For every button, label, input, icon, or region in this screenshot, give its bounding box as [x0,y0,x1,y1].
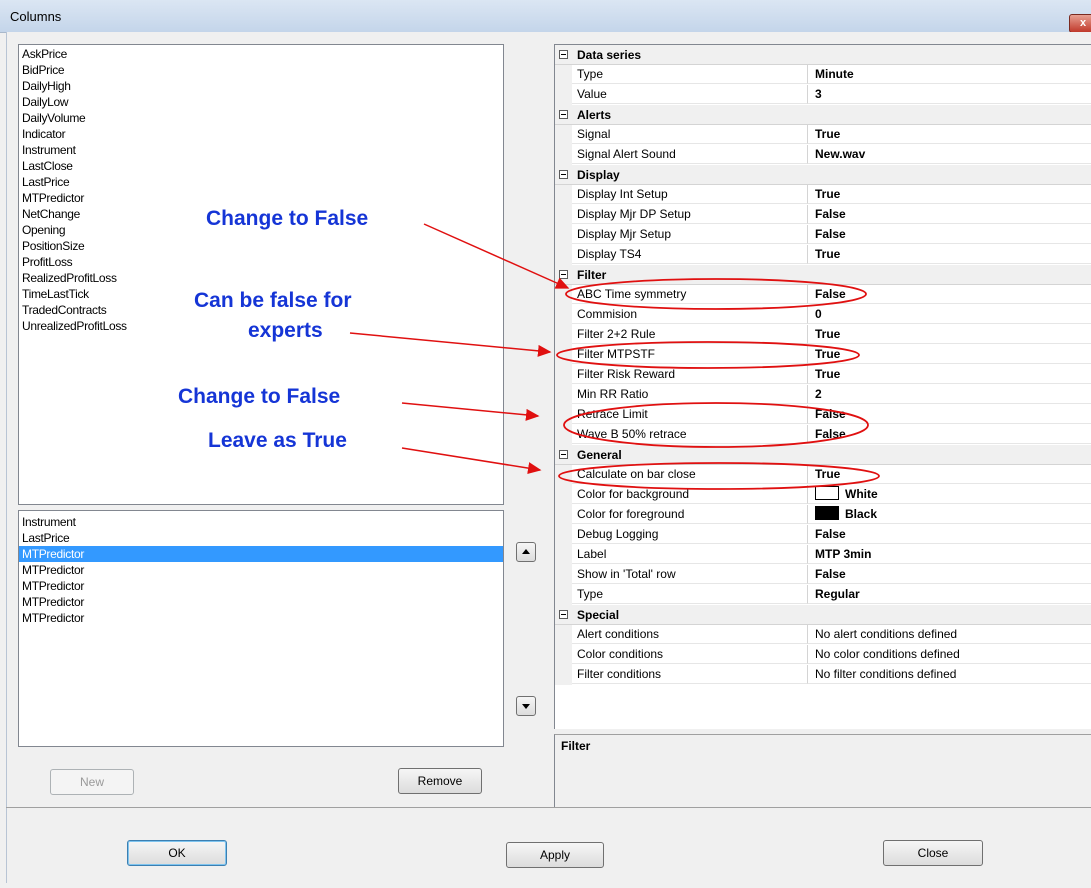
highlight-ellipse [565,278,867,310]
annotation-arrow [349,332,552,357]
highlight-ellipse [556,341,860,369]
highlight-ellipse [558,462,880,490]
annotation-arrow [401,402,540,421]
highlight-ellipse [563,402,869,448]
annotation-arrow [423,223,570,289]
annotation-arrow [401,447,542,475]
annotation-overlay [349,223,880,490]
